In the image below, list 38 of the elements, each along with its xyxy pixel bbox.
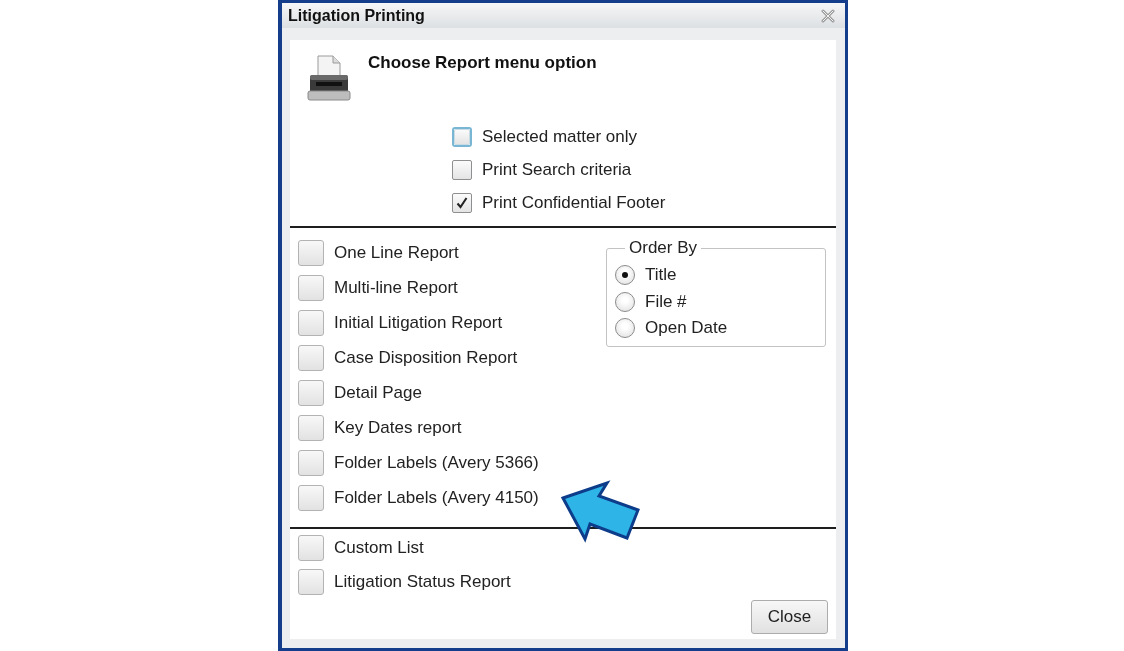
radio-button[interactable]: [615, 318, 635, 339]
checkbox-label: Print Confidential Footer: [482, 192, 666, 213]
group-legend: Order By: [625, 238, 702, 258]
close-button[interactable]: Close: [751, 600, 828, 634]
report-label: Key Dates report: [334, 417, 462, 438]
report-button[interactable]: [298, 274, 324, 301]
radio-button[interactable]: [615, 265, 635, 286]
report-button[interactable]: [298, 569, 324, 595]
checkbox-label: Selected matter only: [482, 126, 637, 147]
report-label: One Line Report: [334, 242, 459, 263]
report-button[interactable]: [298, 379, 324, 406]
radio-label: Open Date: [645, 318, 728, 339]
report-label: Multi-line Report: [334, 277, 458, 298]
panel-heading: Choose Report menu option: [368, 53, 597, 73]
checkbox[interactable]: [452, 159, 472, 180]
radio-label: File #: [645, 291, 687, 312]
printer-icon: [307, 55, 351, 101]
report-button[interactable]: [298, 239, 324, 266]
report-label: Detail Page: [334, 382, 422, 403]
report-button[interactable]: [298, 484, 324, 511]
report-label: Case Disposition Report: [334, 347, 518, 368]
report-button[interactable]: [298, 535, 324, 561]
report-button[interactable]: [298, 414, 324, 441]
report-button[interactable]: [298, 309, 324, 336]
window-title: Litigation Printing: [288, 6, 425, 25]
report-label: Folder Labels (Avery 5366): [334, 452, 539, 473]
radio-button[interactable]: [615, 291, 635, 312]
checkbox[interactable]: [452, 192, 472, 213]
report-button[interactable]: [298, 344, 324, 371]
close-icon[interactable]: [821, 8, 835, 23]
checkbox-label: Print Search criteria: [482, 159, 632, 180]
checkmark-icon: [456, 196, 468, 209]
report-label: Initial Litigation Report: [334, 312, 503, 333]
report-label: Custom List: [334, 538, 424, 558]
report-label: Litigation Status Report: [334, 572, 511, 592]
report-label: Folder Labels (Avery 4150): [334, 487, 539, 508]
radio-label: Title: [645, 265, 677, 286]
report-button[interactable]: [298, 449, 324, 476]
